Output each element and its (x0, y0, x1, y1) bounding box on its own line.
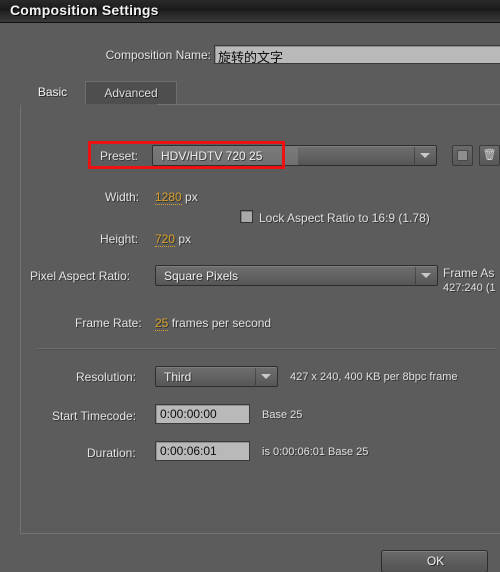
lock-aspect-ratio-label[interactable]: Lock Aspect Ratio to 16:9 (1.78) (259, 211, 430, 225)
composition-name-input[interactable]: 旋转的文字 (214, 45, 500, 66)
frame-rate-field[interactable]: 25 frames per second (155, 316, 272, 331)
duration-value: 0:00:06:01 (160, 444, 217, 458)
width-unit: px (185, 190, 198, 204)
dialog-title: Composition Settings (10, 2, 159, 18)
composition-settings-dialog: Composition Settings Composition Name: 旋… (0, 0, 500, 572)
tab-basic[interactable]: Basic (20, 81, 85, 105)
preset-label: Preset: (100, 149, 139, 163)
duration-input[interactable]: 0:00:06:01 (155, 441, 250, 461)
pixel-aspect-ratio-value: Square Pixels (164, 269, 239, 283)
resolution-value: Third (164, 370, 192, 384)
ok-button-label: OK (426, 554, 445, 568)
save-preset-icon (457, 150, 468, 161)
start-timecode-value: 0:00:00:00 (160, 407, 217, 421)
trash-icon: 🗑 (482, 149, 497, 161)
lock-aspect-ratio-checkbox[interactable] (240, 210, 253, 223)
section-divider (36, 348, 496, 350)
composition-name-value: 旋转的文字 (218, 51, 284, 66)
pixel-aspect-ratio-label: Pixel Aspect Ratio: (30, 269, 131, 283)
start-timecode-base: Base 25 (262, 409, 303, 421)
pixel-aspect-ratio-dropdown[interactable]: Square Pixels (155, 265, 438, 286)
height-label: Height: (100, 232, 139, 246)
frame-rate-label: Frame Rate: (75, 316, 142, 330)
preset-dropdown[interactable]: HDV/HDTV 720 25 (152, 145, 437, 166)
resolution-info: 427 x 240, 400 KB per 8bpc frame (290, 371, 458, 383)
width-label: Width: (105, 190, 140, 204)
tab-advanced[interactable]: Advanced (85, 81, 177, 105)
save-preset-button[interactable] (452, 145, 473, 166)
height-value[interactable]: 720 (155, 232, 176, 247)
duration-label: Duration: (87, 446, 136, 460)
width-field[interactable]: 1280 px (155, 190, 198, 205)
chevron-down-icon (420, 153, 430, 158)
preset-value: HDV/HDTV 720 25 (161, 149, 263, 163)
frame-rate-value[interactable]: 25 (155, 316, 169, 331)
resolution-dropdown[interactable]: Third (155, 366, 278, 387)
height-field[interactable]: 720 px (155, 232, 192, 247)
chevron-down-icon (261, 374, 271, 379)
frame-aspect-ratio-label: Frame As (443, 266, 495, 280)
dropdown-divider (255, 368, 256, 385)
frame-aspect-ratio-value: 427:240 (1 (443, 282, 496, 294)
composition-name-row: Composition Name: 旋转的文字 (0, 45, 500, 67)
dialog-body: Composition Name: 旋转的文字 Basic Advanced P… (0, 23, 500, 572)
start-timecode-label: Start Timecode: (52, 409, 137, 423)
dropdown-divider (415, 267, 416, 284)
start-timecode-input[interactable]: 0:00:00:00 (155, 404, 250, 424)
resolution-label: Resolution: (76, 370, 137, 384)
height-unit: px (178, 232, 192, 246)
ok-button[interactable]: OK (381, 550, 488, 572)
width-value[interactable]: 1280 (155, 190, 182, 205)
chevron-down-icon (421, 273, 431, 278)
delete-preset-button[interactable]: 🗑 (479, 145, 500, 166)
panel-top-border-mask (20, 104, 157, 105)
title-bar: Composition Settings (0, 0, 500, 23)
frame-rate-suffix: frames per second (171, 316, 272, 330)
composition-name-label: Composition Name: (105, 48, 211, 62)
dropdown-divider (414, 147, 415, 164)
duration-info: is 0:00:06:01 Base 25 (262, 446, 369, 458)
